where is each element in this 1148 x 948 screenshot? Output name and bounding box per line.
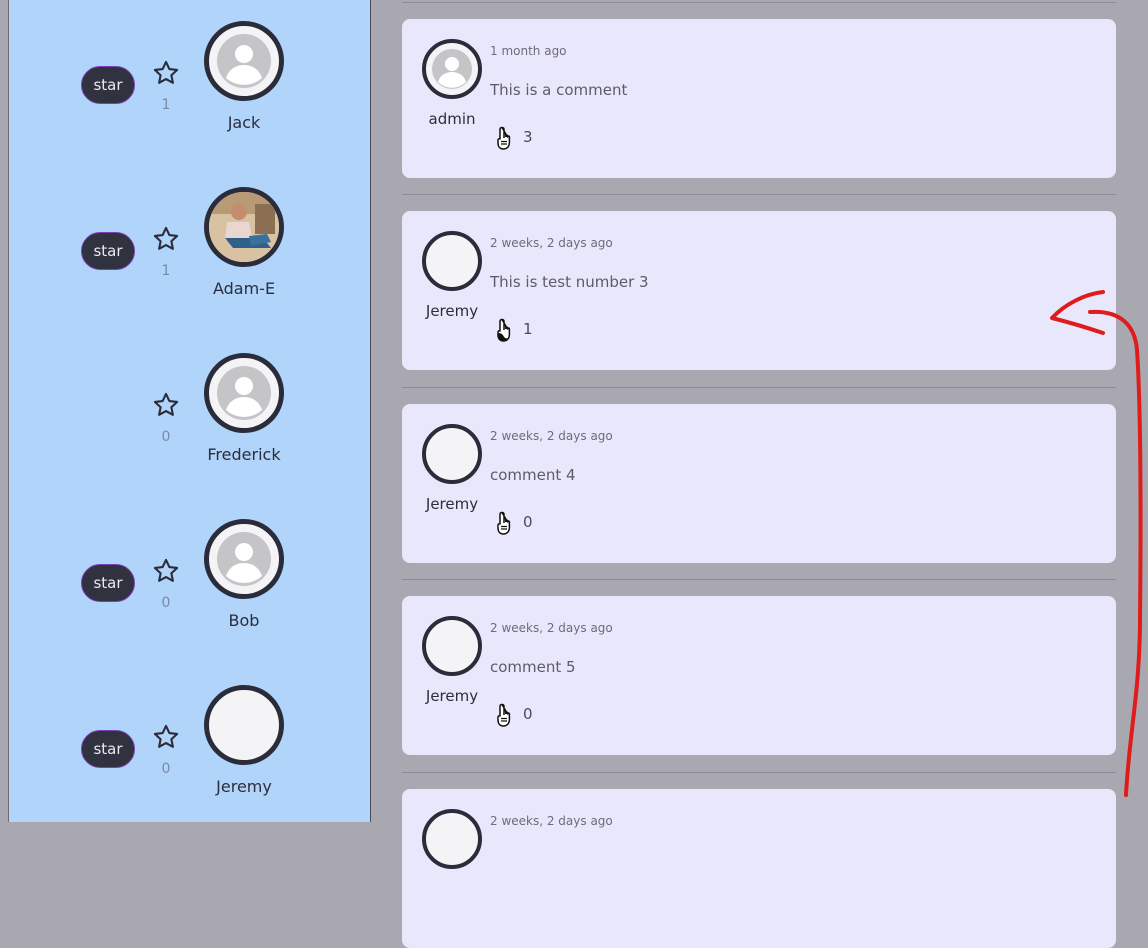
- comment-author[interactable]: Jeremy: [412, 495, 492, 513]
- comment-card: 2 weeks, 2 days ago: [402, 789, 1116, 948]
- default-avatar-icon[interactable]: [204, 21, 284, 101]
- comment-author[interactable]: Jeremy: [412, 302, 492, 320]
- user-name[interactable]: Frederick: [183, 445, 305, 464]
- comment-text: This is test number 3: [490, 273, 649, 291]
- star-count: 0: [161, 595, 171, 611]
- default-avatar-icon[interactable]: [204, 519, 284, 599]
- user-card: 0 Frederick: [9, 332, 370, 482]
- pointing-hand-icon[interactable]: [495, 125, 517, 151]
- comment-author[interactable]: admin: [412, 110, 492, 128]
- star-count: 1: [161, 97, 171, 113]
- window-left-edge: [0, 0, 9, 822]
- profile-photo-avatar[interactable]: [204, 187, 284, 267]
- star-button[interactable]: star: [81, 730, 135, 768]
- divider: [402, 579, 1116, 580]
- divider: [402, 194, 1116, 195]
- star-icon[interactable]: [152, 557, 180, 585]
- star-icon[interactable]: [152, 225, 180, 253]
- star-icon[interactable]: [152, 391, 180, 419]
- divider: [402, 772, 1116, 773]
- user-name[interactable]: Adam-E: [183, 279, 305, 298]
- star-count: 1: [161, 263, 171, 279]
- comment-timestamp: 1 month ago: [490, 44, 567, 58]
- blank-avatar[interactable]: [422, 809, 482, 869]
- blank-avatar[interactable]: [422, 231, 482, 291]
- comment-author[interactable]: Jeremy: [412, 687, 492, 705]
- comment-card: Jeremy 2 weeks, 2 days ago comment 4 0: [402, 404, 1116, 563]
- comment-text: comment 5: [490, 658, 576, 676]
- star-icon[interactable]: [152, 723, 180, 751]
- star-icon[interactable]: [152, 59, 180, 87]
- user-card: star 0 Bob: [9, 498, 370, 648]
- comment-card: Jeremy 2 weeks, 2 days ago comment 5 0: [402, 596, 1116, 755]
- blank-avatar[interactable]: [422, 424, 482, 484]
- star-button[interactable]: star: [81, 66, 135, 104]
- like-count: 3: [523, 128, 533, 146]
- blank-avatar[interactable]: [204, 685, 284, 765]
- user-card: star 1 Jack: [9, 0, 370, 150]
- star-count: 0: [161, 429, 171, 445]
- comment-feed: admin 1 month ago This is a comment 3 Je…: [371, 0, 1148, 948]
- star-button[interactable]: star: [81, 564, 135, 602]
- like-count: 0: [523, 513, 533, 531]
- pointing-hand-icon[interactable]: [495, 702, 517, 728]
- user-sidebar: star 1 Jack star 1 Adam-E 0 Frederick st…: [9, 0, 371, 822]
- star-count: 0: [161, 761, 171, 777]
- comment-timestamp: 2 weeks, 2 days ago: [490, 236, 613, 250]
- divider: [402, 2, 1116, 3]
- user-name[interactable]: Bob: [183, 611, 305, 630]
- star-button[interactable]: star: [81, 232, 135, 270]
- blank-avatar[interactable]: [422, 616, 482, 676]
- comment-timestamp: 2 weeks, 2 days ago: [490, 429, 613, 443]
- user-name[interactable]: Jeremy: [183, 777, 305, 796]
- default-avatar-icon[interactable]: [204, 353, 284, 433]
- pointing-hand-filled-icon[interactable]: [495, 317, 517, 343]
- comment-card: Jeremy 2 weeks, 2 days ago This is test …: [402, 211, 1116, 370]
- divider: [402, 387, 1116, 388]
- comment-card: admin 1 month ago This is a comment 3: [402, 19, 1116, 178]
- pointing-hand-icon[interactable]: [495, 510, 517, 536]
- like-count: 1: [523, 320, 533, 338]
- user-card: star 0 Jeremy: [9, 664, 370, 814]
- like-count: 0: [523, 705, 533, 723]
- default-avatar-icon[interactable]: [422, 39, 482, 99]
- user-name[interactable]: Jack: [183, 113, 305, 132]
- comment-text: This is a comment: [490, 81, 628, 99]
- comment-timestamp: 2 weeks, 2 days ago: [490, 621, 613, 635]
- comment-timestamp: 2 weeks, 2 days ago: [490, 814, 613, 828]
- comment-text: comment 4: [490, 466, 576, 484]
- user-card: star 1 Adam-E: [9, 166, 370, 316]
